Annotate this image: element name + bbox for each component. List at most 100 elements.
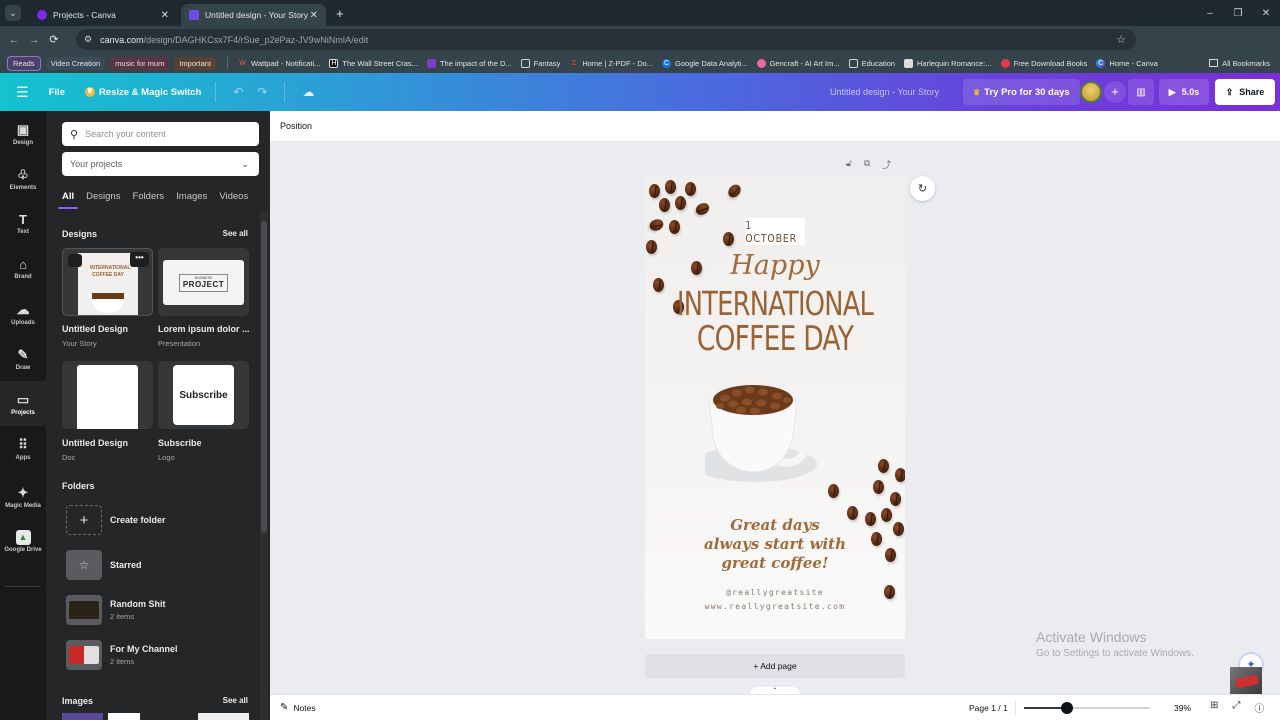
restore-button[interactable]: ❐ (1224, 8, 1252, 19)
resize-magic-switch-button[interactable]: ♛ Resize & Magic Switch (84, 87, 201, 98)
page-count[interactable]: Page 1 / 1 (969, 703, 1008, 713)
notes-button[interactable]: ✎ Notes (280, 702, 316, 713)
close-tab-icon[interactable]: ✕ (310, 10, 318, 21)
search-content-input[interactable]: ⚲ Search your content (62, 122, 259, 146)
bookmark-home-canva[interactable]: C Home - Canva (1096, 58, 1158, 68)
bookmark-gencraft[interactable]: Gencraft - AI Art Im... (756, 58, 840, 68)
url-field[interactable]: ⚙ canva.com/design/DAGHKCsx7F4/rSue_p2eP… (76, 29, 1136, 50)
design-title[interactable]: Untitled Design (62, 324, 128, 334)
all-bookmarks-button[interactable]: All Bookmarks (1209, 59, 1270, 68)
lock-icon[interactable]: 🔓︎ (846, 158, 852, 171)
tab-folders[interactable]: Folders (132, 191, 164, 209)
reload-button[interactable]: ⟳ (44, 33, 64, 46)
cloud-saved-icon[interactable]: ☁ (302, 85, 314, 99)
redo-icon[interactable]: ↷ (257, 85, 267, 99)
bookmark-important[interactable]: Important (174, 56, 217, 70)
tab-videos[interactable]: Videos (219, 191, 248, 209)
folder-starred[interactable]: ☆ Starred (66, 547, 256, 583)
design-card-doc[interactable] (62, 361, 153, 429)
close-window-button[interactable]: ✕ (1252, 8, 1280, 19)
more-options-button[interactable]: ••• (130, 252, 149, 267)
file-menu-button[interactable]: File (49, 87, 65, 98)
rail-elements[interactable]: ♧ Elements (0, 156, 46, 201)
main-menu-icon[interactable]: ☰ (16, 84, 29, 101)
tab-designs[interactable]: Designs (86, 191, 120, 209)
rail-apps[interactable]: ⠿ Apps (0, 426, 46, 471)
browser-tab-projects[interactable]: Projects - Canva ✕ (29, 4, 177, 26)
images-see-all-link[interactable]: See all (223, 696, 248, 705)
headline-international[interactable]: INTERNATIONAL (674, 284, 877, 323)
bookmark-music-for-mum[interactable]: music for mum (110, 56, 170, 70)
happy-script-text[interactable]: Happy (645, 250, 905, 281)
zoom-slider[interactable] (1024, 702, 1150, 714)
design-card-presentation[interactable]: BUSINESS PROJECT (158, 248, 249, 316)
tagline-text[interactable]: Great days always start with great coffe… (690, 516, 860, 573)
site-info-icon[interactable]: ⚙ (84, 34, 92, 45)
design-page[interactable]: 1 OCTOBER Happy INTERNATIONAL COFFEE DAY… (645, 176, 905, 639)
insights-chart-icon[interactable]: ▥ (1128, 79, 1154, 105)
rail-uploads[interactable]: ☁ Uploads (0, 291, 46, 336)
add-page-button[interactable]: + Add page (645, 654, 905, 678)
image-thumbnail[interactable] (108, 713, 140, 720)
design-card-subscribe[interactable]: Subscribe (158, 361, 249, 429)
design-card-coffee[interactable]: INTERNATIONAL COFFEE DAY ••• (62, 248, 153, 316)
image-thumbnail[interactable] (198, 713, 249, 720)
new-tab-button[interactable]: + (336, 6, 344, 21)
help-icon[interactable]: ⓘ (1254, 700, 1264, 715)
select-checkbox[interactable] (68, 254, 82, 267)
create-folder-button[interactable]: + Create folder (66, 502, 256, 538)
design-title[interactable]: Untitled Design (62, 438, 128, 448)
browser-tab-design[interactable]: Untitled design - Your Story ✕ (181, 4, 326, 26)
bookmark-education[interactable]: Education (848, 58, 895, 68)
undo-icon[interactable]: ↶ (233, 85, 243, 99)
designs-see-all-link[interactable]: See all (223, 229, 248, 238)
panel-scrollbar[interactable] (260, 211, 268, 720)
forward-button[interactable]: → (24, 34, 44, 46)
bookmark-wattpad[interactable]: W Wattpad - Notificati... (238, 59, 320, 68)
add-page-icon[interactable]: ⤴ (882, 158, 891, 171)
bookmark-reads[interactable]: Reads (7, 55, 41, 71)
tab-search-button[interactable]: ⌄ (5, 5, 21, 21)
back-button[interactable]: ← (4, 34, 24, 46)
rail-magic-media[interactable]: ✦ Magic Media (0, 474, 46, 519)
bookmark-fantasy[interactable]: Fantasy (520, 58, 560, 68)
rail-projects[interactable]: ▭ Projects (0, 381, 46, 426)
social-handle-text[interactable]: @reallygreatsite (645, 588, 905, 597)
present-play-button[interactable]: ▶ 5.0s (1159, 79, 1209, 105)
duplicate-page-icon[interactable]: ⧉ (864, 158, 870, 171)
position-button[interactable]: Position (280, 121, 312, 131)
zoom-percent[interactable]: 39% (1174, 703, 1191, 713)
bookmark-free-books[interactable]: Free Download Books (1000, 58, 1087, 68)
minimize-button[interactable]: – (1196, 8, 1224, 19)
rail-text[interactable]: T Text (0, 201, 46, 246)
bookmark-zpdf[interactable]: Z Home | Z-PDF - Do... (569, 59, 653, 68)
headline-coffee-day[interactable]: COFFEE DAY (674, 319, 877, 359)
zoom-slider-knob[interactable] (1060, 702, 1073, 714)
rail-design[interactable]: ▣ Design (0, 111, 46, 156)
close-tab-icon[interactable]: ✕ (161, 10, 169, 21)
image-thumbnail[interactable] (62, 713, 103, 720)
document-title[interactable]: Untitled design - Your Story (830, 87, 939, 97)
user-avatar[interactable] (1080, 81, 1102, 103)
bookmark-wall-street[interactable]: H The Wall Street Cras... (329, 58, 418, 68)
magic-refresh-icon[interactable]: ↻ (910, 176, 935, 201)
rail-brand[interactable]: ⌂ Brand (0, 246, 46, 291)
grid-view-icon[interactable]: ⊞ (1210, 700, 1218, 715)
design-title[interactable]: Subscribe (158, 438, 202, 448)
coffee-cup-image[interactable] (705, 376, 845, 486)
date-label[interactable]: 1 OCTOBER (745, 218, 805, 245)
rail-google-drive[interactable]: ▲ Google Drive (0, 519, 46, 564)
tab-images[interactable]: Images (176, 191, 207, 209)
scrollbar-thumb[interactable] (261, 221, 267, 533)
website-url-text[interactable]: www.reallygreatsite.com (645, 602, 905, 611)
folder-for-my-channel[interactable]: For My Channel 2 items (66, 637, 256, 673)
try-pro-button[interactable]: ♛ Try Pro for 30 days (963, 79, 1080, 105)
project-filter-select[interactable]: Your projects ⌄ (62, 152, 259, 176)
bookmark-video-creation[interactable]: Video Creation (45, 56, 106, 70)
bookmark-impact[interactable]: The impact of the D... (426, 58, 512, 68)
bookmark-google-data[interactable]: C Google Data Analyti... (662, 58, 748, 68)
bookmark-harlequin[interactable]: Harlequin Romance:... (903, 58, 992, 68)
fullscreen-icon[interactable]: ⤢ (1232, 700, 1240, 715)
bookmark-star-icon[interactable]: ☆ (1116, 33, 1126, 46)
invite-plus-button[interactable]: + (1104, 81, 1126, 103)
